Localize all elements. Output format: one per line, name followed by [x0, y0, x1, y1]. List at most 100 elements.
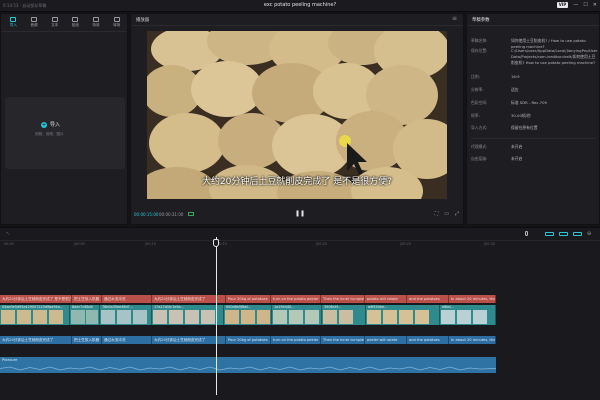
prop-label: 导入方式: [471, 125, 488, 130]
prop-value: C:/Users/user/AppData/Local/JianyingPro/… [511, 48, 598, 65]
tool-media[interactable]: 导入 [3, 14, 24, 31]
prop-value: 16:9 [511, 74, 520, 79]
properties-panel: 草稿参数 草稿名称: 如何使用土豆削皮机? / How to use potat… [466, 13, 600, 225]
player-header: 播放器 ≡ [131, 14, 463, 26]
current-timecode: 00:00:15:00 [134, 212, 159, 217]
caption-clip[interactable]: 大约20分钟后土豆就削皮完成了 [152, 336, 226, 344]
media-toolbar: 导入 音频 文本 贴纸 特效 转场 [1, 14, 127, 32]
tool-effects[interactable]: 特效 [86, 14, 107, 31]
prop-label: 帧率: [471, 113, 480, 118]
close-button[interactable]: ✕ [593, 2, 597, 8]
tool-audio[interactable]: 音频 [24, 14, 45, 31]
prop-value: 保留在原有位置 [511, 125, 538, 130]
caption-clip[interactable]: 大约20分钟后土豆就削皮完成了 是不是很方便? [0, 295, 72, 303]
ruler-tick: |00:05 [74, 242, 85, 246]
snap-toggle-icon[interactable] [559, 232, 568, 236]
import-hint: 视频、音频、图片 [35, 132, 64, 136]
properties-header: 草稿参数 [467, 14, 599, 26]
timeline-toolbar: ↖ ⊖ [0, 228, 600, 241]
ruler-tick: |00:30 [484, 242, 495, 246]
video-track[interactable]: 04ae0e5d95e429057225d9ba94a... 8aec7c68d… [0, 305, 496, 325]
prop-value: 适应 [511, 87, 519, 92]
maximize-button[interactable]: ☐ [583, 2, 587, 8]
video-subtitle: 大约20分钟后土豆就削皮完成了 是不是很方便? [201, 177, 393, 187]
caption-clip[interactable]: Pour 20kg of potatoes [226, 336, 271, 344]
properties-title: 草稿参数 [472, 18, 490, 23]
media-panel: 导入 音频 文本 贴纸 特效 转场 + 导入 视频、音频、图片 [0, 13, 128, 225]
ruler-tick: |00:25 [400, 242, 411, 246]
window-title: exc potato peeling machine? [263, 2, 337, 8]
audio-waveform [0, 366, 496, 371]
aspect-icon[interactable]: ▭ [444, 211, 449, 217]
prop-label: 代理模式: [471, 144, 488, 149]
caption-clip[interactable]: and the potatoes [407, 336, 449, 344]
caption-clip[interactable]: 通过水流冲洗 [102, 336, 152, 344]
prop-label: 色彩空间: [471, 100, 488, 105]
zoom-icon[interactable]: ⊖ [587, 231, 591, 237]
tool-label: 文本 [51, 23, 59, 27]
caption-track-2[interactable]: 大约20分钟后土豆就削皮完成了 把土豆放入机器 通过水流冲洗 大约20分钟后土豆… [0, 336, 496, 344]
total-timecode: 00:00:31:00 [159, 212, 184, 217]
tool-label: 特效 [92, 23, 100, 27]
menu-icon[interactable]: ≡ [452, 15, 457, 22]
caption-clip[interactable]: 大约20分钟后土豆就削皮完成了 [152, 295, 226, 303]
pause-icon[interactable]: ❚❚ [295, 210, 305, 217]
text-icon [51, 17, 58, 22]
sticker-icon [72, 17, 79, 22]
tool-text[interactable]: 文本 [44, 14, 65, 31]
tool-transition[interactable]: 转场 [106, 14, 127, 31]
import-button[interactable]: + 导入 [41, 121, 60, 128]
player-right-controls: ⛶ ▭ ⤢ [435, 211, 459, 217]
caption-clip[interactable]: peeler will rotate [365, 336, 407, 344]
import-label: 导入 [50, 122, 61, 128]
playhead-handle[interactable] [213, 239, 219, 247]
audio-track[interactable]: Pleasure [0, 357, 496, 373]
media-icon [10, 17, 17, 22]
caption-clip[interactable]: In about 20 minutes, the potatoes [449, 336, 496, 344]
prop-label: 分辨率: [471, 87, 484, 92]
preview-axis-icon[interactable] [573, 232, 582, 236]
prop-value: 未开启 [511, 144, 523, 149]
caption-clip[interactable]: 把土豆放入机器 [72, 295, 102, 303]
caption-clip[interactable]: potato will rotate [365, 295, 407, 303]
ruler-tick: 00:00 [4, 242, 14, 246]
title-bar: 0:14:53 · 自动保存草稿 exc potato peeling mach… [0, 0, 600, 12]
timeline-panel: ↖ ⊖ 00:00 |00:05 |00:10 |00:15 |00:20 |0… [0, 227, 600, 400]
prop-value: 标准 SDR - Rec.709 [511, 100, 547, 105]
ruler-tick: |00:10 [145, 242, 156, 246]
effects-icon [93, 17, 100, 22]
caption-clip[interactable]: 通过水流冲洗 [102, 295, 152, 303]
fullscreen-icon[interactable]: ⤢ [455, 211, 459, 217]
player-panel: 播放器 ≡ 大约20分钟后土豆就削皮完成了 是不是很方便? 00:00:15:0… [130, 13, 464, 225]
caption-clip[interactable]: Then the inner turnplate [321, 295, 365, 303]
caption-clip[interactable]: 大约20分钟后土豆就削皮完成了 [0, 336, 72, 344]
tool-label: 导入 [9, 23, 17, 27]
time-ruler: 00:00 |00:05 |00:10 |00:15 |00:20 |00:25… [0, 241, 600, 249]
caption-track[interactable]: 大约20分钟后土豆就削皮完成了 是不是很方便? 把土豆放入机器 通过水流冲洗 大… [0, 295, 496, 303]
microphone-icon[interactable] [525, 231, 528, 236]
divider [471, 138, 595, 139]
caption-clip[interactable]: turn on the potato peeler [271, 295, 321, 303]
prop-value: 未开启 [511, 156, 523, 161]
caption-clip[interactable]: Then the inner turnplate [321, 336, 365, 344]
minimize-button[interactable]: — [573, 2, 578, 8]
window-controls: VIP — ☐ ✕ [556, 2, 597, 8]
vip-badge[interactable]: VIP [556, 2, 569, 8]
timecode-format-icon[interactable] [188, 212, 194, 216]
caption-clip[interactable]: Pour 20kg of potatoes [226, 295, 271, 303]
caption-clip[interactable]: turn on the potato peeler [271, 336, 321, 344]
caption-clip[interactable]: In about 20 minutes, the potatoes [449, 295, 496, 303]
select-tool-icon[interactable]: ↖ [6, 231, 10, 237]
link-toggle-icon[interactable] [545, 232, 554, 236]
prop-label: 保存位置: [471, 48, 488, 53]
tool-label: 贴纸 [71, 23, 79, 27]
video-preview[interactable]: 大约20分钟后土豆就削皮完成了 是不是很方便? [147, 31, 447, 199]
plus-icon: + [41, 121, 47, 128]
import-dropzone[interactable]: + 导入 视频、音频、图片 [5, 97, 125, 169]
playhead[interactable] [216, 237, 217, 395]
prop-label: 草稿名称: [471, 38, 488, 43]
caption-clip[interactable]: and the potatoes [407, 295, 449, 303]
tool-sticker[interactable]: 贴纸 [65, 14, 86, 31]
crop-icon[interactable]: ⛶ [435, 211, 439, 217]
caption-clip[interactable]: 把土豆放入机器 [72, 336, 102, 344]
